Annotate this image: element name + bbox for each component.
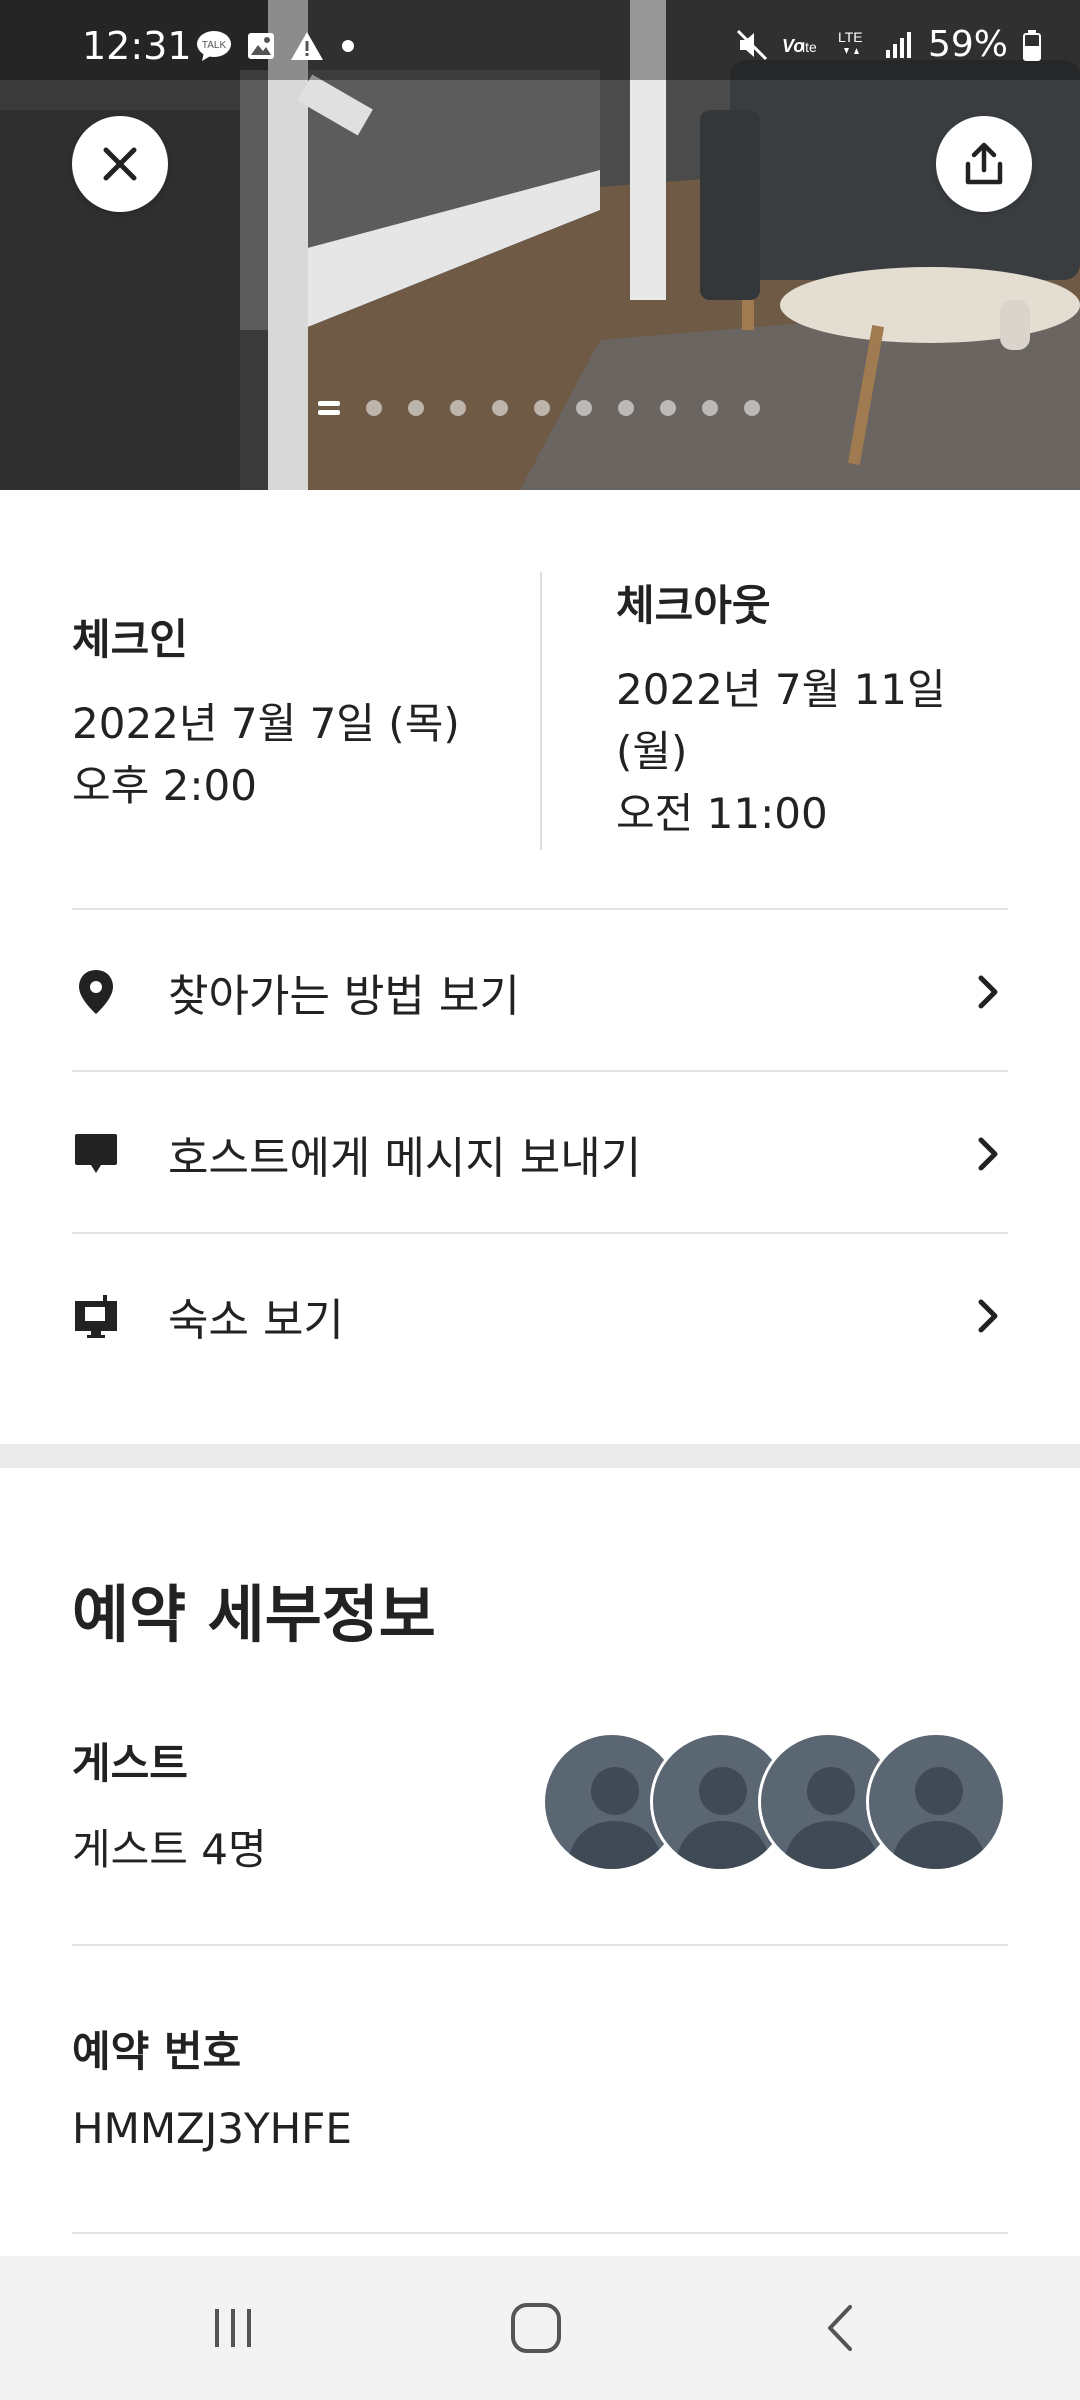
checkin-block: 체크인 2022년 7월 7일 (목) 오후 2:00	[72, 606, 512, 817]
status-bar: 12:31 TALK Vo lte LTE 59%	[0, 0, 1080, 80]
recent-apps-icon	[215, 2309, 251, 2347]
avatar[interactable]	[866, 1732, 1006, 1872]
checkin-label: 체크인	[72, 615, 188, 664]
message-host-label: 호스트에게 메시지 보내기	[168, 1133, 642, 1184]
view-listing-row[interactable]: 숙소 보기	[72, 1236, 1008, 1396]
divider	[72, 2232, 1008, 2234]
chevron-right-icon	[968, 1134, 1008, 1174]
dot-icon	[338, 36, 358, 56]
date-divider	[540, 572, 542, 850]
guests-label: 게스트	[72, 1739, 188, 1788]
guest-avatars[interactable]	[542, 1732, 1010, 1872]
volte-icon: Vo lte	[782, 30, 822, 60]
svg-text:lte: lte	[802, 39, 817, 55]
directions-label: 찾아가는 방법 보기	[168, 971, 520, 1022]
carousel-dot[interactable]	[366, 400, 382, 416]
checkin-time: 오후 2:00	[72, 761, 257, 810]
listing-icon	[72, 1292, 120, 1340]
home-button[interactable]	[496, 2292, 576, 2364]
reservation-number-value: HMMZJ3YHFE	[72, 2104, 352, 2153]
checkin-date: 2022년 7월 7일 (목)	[72, 699, 460, 748]
lte-text: LTE	[838, 29, 863, 45]
mute-icon	[736, 29, 768, 61]
close-button[interactable]	[72, 116, 168, 212]
message-icon	[72, 1130, 120, 1178]
divider	[72, 1070, 1008, 1072]
view-listing-label: 숙소 보기	[168, 1295, 344, 1346]
carousel-dot[interactable]	[492, 400, 508, 416]
chevron-right-icon	[968, 972, 1008, 1012]
share-icon	[965, 142, 1003, 185]
battery-icon	[1022, 29, 1042, 61]
chevron-right-icon	[968, 1296, 1008, 1336]
person-icon	[891, 1767, 987, 1869]
location-pin-icon	[72, 968, 120, 1016]
divider	[72, 908, 1008, 910]
image-icon	[246, 31, 276, 61]
back-button[interactable]	[800, 2292, 880, 2364]
svg-text:TALK: TALK	[202, 40, 227, 51]
carousel-dot[interactable]	[576, 400, 592, 416]
close-icon	[103, 147, 137, 181]
carousel-dot[interactable]	[744, 400, 760, 416]
status-notification-icons: TALK	[196, 30, 358, 62]
checkout-time: 오전 11:00	[616, 789, 828, 838]
status-time: 12:31	[82, 24, 192, 68]
system-navigation-bar	[0, 2256, 1080, 2400]
guests-value: 게스트 4명	[72, 1825, 267, 1874]
divider	[72, 1944, 1008, 1946]
reservation-details-title: 예약 세부정보	[72, 1578, 436, 1651]
checkout-block: 체크아웃 2022년 7월 11일 (월) 오전 11:00	[616, 572, 1036, 845]
carousel-dot[interactable]	[702, 400, 718, 416]
carousel-dot[interactable]	[618, 400, 634, 416]
section-separator	[0, 1444, 1080, 1468]
carousel-dot[interactable]	[450, 400, 466, 416]
signal-icon	[884, 30, 914, 60]
carousel-dot[interactable]	[534, 400, 550, 416]
checkout-weekday: (월)	[616, 727, 688, 776]
talk-icon: TALK	[196, 30, 232, 62]
checkout-date: 2022년 7월 11일	[616, 665, 946, 714]
carousel-dot-active[interactable]	[318, 400, 340, 416]
recent-apps-button[interactable]	[194, 2292, 274, 2364]
carousel-dot[interactable]	[660, 400, 676, 416]
reservation-number-label: 예약 번호	[72, 2027, 242, 2076]
battery-percent: 59%	[927, 24, 1008, 65]
warning-icon	[290, 31, 324, 61]
share-button[interactable]	[936, 116, 1032, 212]
home-icon	[511, 2303, 561, 2353]
back-icon	[828, 2305, 852, 2351]
directions-row[interactable]: 찾아가는 방법 보기	[72, 912, 1008, 1072]
status-system-icons: Vo lte LTE 59%	[736, 24, 1042, 65]
svg-text:Vo: Vo	[782, 36, 804, 56]
divider	[72, 1232, 1008, 1234]
checkin-checkout-section: 체크인 2022년 7월 7일 (목) 오후 2:00 체크아웃 2022년 7…	[72, 572, 1008, 852]
checkout-label: 체크아웃	[616, 581, 771, 630]
message-host-row[interactable]: 호스트에게 메시지 보내기	[72, 1074, 1008, 1234]
lte-icon: LTE	[836, 28, 870, 62]
carousel-page-indicator	[318, 400, 786, 416]
carousel-dot[interactable]	[408, 400, 424, 416]
